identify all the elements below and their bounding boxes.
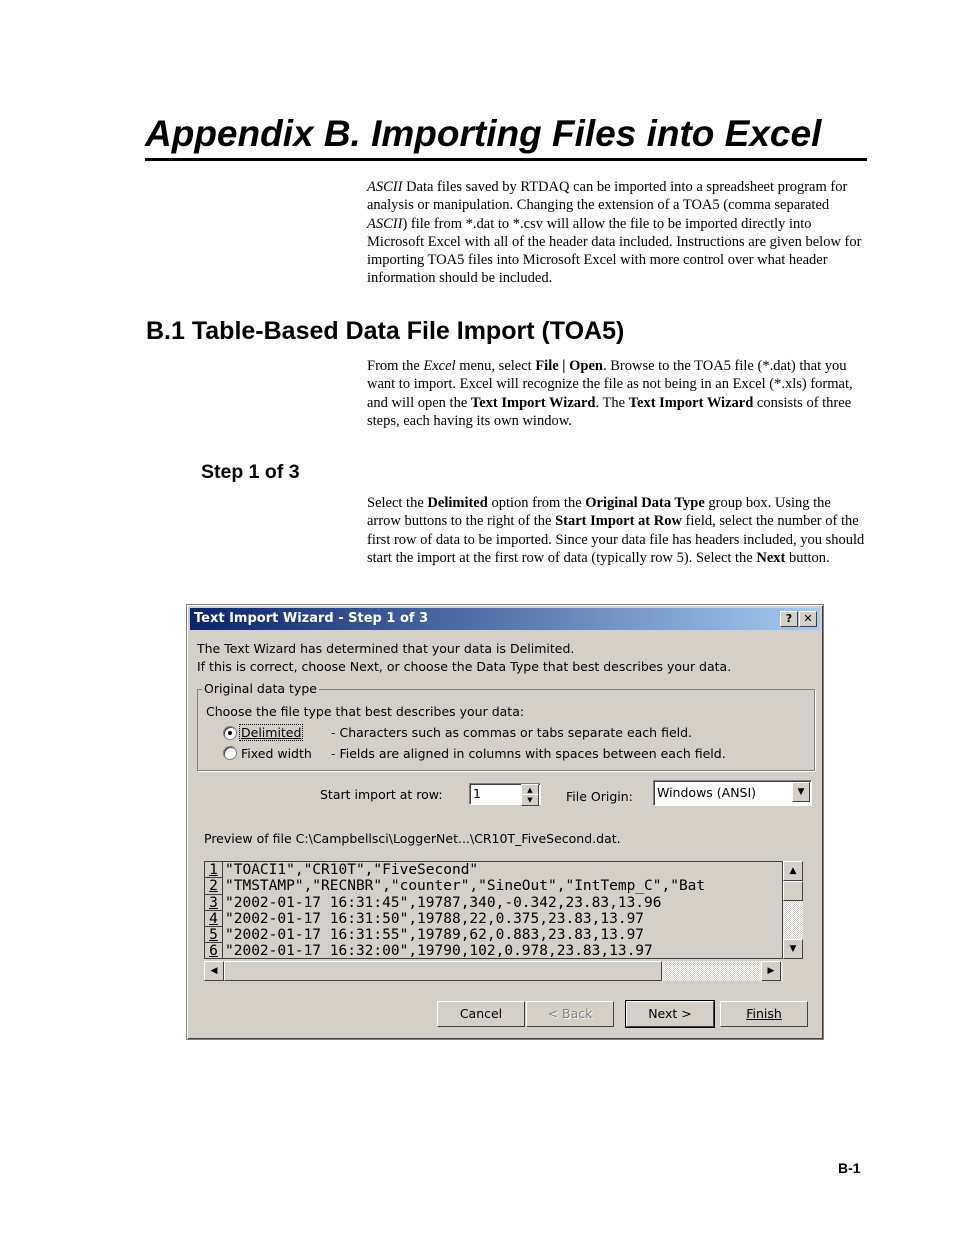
text-run: ) file from *.dat to *.csv will allow th…	[367, 215, 862, 287]
preview-row-number: 2	[205, 878, 223, 895]
preview-row-text: "TMSTAMP","RECNBR","counter","SineOut","…	[225, 878, 706, 895]
close-button[interactable]: ✕	[799, 611, 817, 627]
bold-term: Start Import at Row	[555, 513, 682, 530]
start-import-row-stepper[interactable]: 1 ▲ ▼	[469, 783, 541, 806]
preview-row-number: 4	[205, 910, 223, 928]
delimited-label-text: Delimited	[241, 725, 302, 740]
arrow-up-icon: ▲	[789, 866, 797, 876]
bold-term: Text Import Wizard	[628, 394, 754, 411]
file-origin-label: File Origin:	[566, 789, 633, 804]
text-run: From the	[367, 358, 424, 374]
preview-row-text: "2002-01-17 16:31:55",19789,62,0.883,23.…	[225, 927, 645, 944]
arrow-down-icon: ▼	[789, 944, 797, 954]
step-paragraph: Select the Delimited option from the Ori…	[367, 494, 867, 567]
section-heading: B.1 Table-Based Data File Import (TOA5)	[146, 317, 625, 345]
dialog-title: Text Import Wizard - Step 1 of 3	[194, 611, 429, 626]
intro-paragraph: ASCII Data files saved by RTDAQ can be i…	[367, 178, 867, 288]
preview-row: 1 "TOACI1","CR10T","FiveSecond"	[205, 862, 782, 879]
group-prompt: Choose the file type that best describes…	[206, 704, 525, 719]
finish-button-label: Finish	[746, 1006, 782, 1021]
file-origin-dropdown-button[interactable]: ▼	[792, 782, 810, 802]
bold-term: File | Open	[535, 358, 603, 374]
preview-row: 3 "2002-01-17 16:31:45",19787,340,-0.342,…	[205, 894, 782, 911]
scroll-thumb[interactable]	[783, 881, 803, 901]
chevron-down-icon: ▼	[797, 787, 805, 797]
fixed-width-description: - Fields are aligned in columns with spa…	[331, 746, 726, 761]
preview-row: 2 "TMSTAMP","RECNBR","counter","SineOut",…	[205, 878, 782, 895]
text-import-wizard-dialog: Text Import Wizard - Step 1 of 3 ? ✕ The…	[186, 604, 824, 1040]
preview-row: 5 "2002-01-17 16:31:55",19789,62,0.883,23…	[205, 927, 782, 944]
preview-row: 4 "2002-01-17 16:31:50",19788,22,0.375,23…	[205, 910, 782, 928]
text-run: . The	[595, 394, 629, 411]
wizard-message-line1: The Text Wizard has determined that your…	[197, 641, 575, 656]
close-icon: ✕	[803, 612, 813, 625]
fixed-width-radio[interactable]	[223, 746, 237, 760]
page-title: Appendix B. Importing Files into Excel	[145, 110, 867, 161]
next-button[interactable]: Next >	[625, 1000, 715, 1028]
italic-term: ASCII	[367, 215, 403, 232]
start-import-row-value: 1	[473, 786, 481, 801]
text-run: Select the	[367, 495, 428, 511]
help-icon: ?	[785, 612, 793, 625]
horizontal-scroll-thumb[interactable]	[224, 961, 662, 981]
scroll-up-button[interactable]: ▲	[783, 861, 803, 881]
preview-label: Preview of file C:\Campbellsci\LoggerNet…	[204, 831, 621, 846]
group-label: Original data type	[202, 681, 319, 696]
preview-horizontal-scrollbar[interactable]: ◀ ▶	[204, 961, 783, 981]
text-run: button.	[785, 549, 830, 566]
bold-term: Text Import Wizard	[470, 394, 596, 411]
wizard-message-line2: If this is correct, choose Next, or choo…	[197, 659, 732, 674]
start-import-row-label: Start import at row:	[320, 787, 443, 802]
delimited-description: - Characters such as commas or tabs sepa…	[331, 725, 693, 740]
preview-row-number: 1	[205, 862, 223, 879]
original-data-type-group: Original data type Choose the file type …	[197, 681, 815, 771]
file-preview[interactable]: 1 "TOACI1","CR10T","FiveSecond" 2 "TMSTAMP"…	[204, 861, 783, 959]
text-run: Data files saved by RTDAQ can be importe…	[367, 179, 848, 214]
text-run: menu, select	[455, 358, 536, 374]
preview-vertical-scrollbar[interactable]: ▲ ▼	[783, 861, 803, 959]
fixed-width-label[interactable]: Fixed width	[241, 746, 312, 761]
file-origin-value: Windows (ANSI)	[657, 785, 757, 800]
bold-term: Next	[756, 549, 786, 566]
arrow-up-icon: ▲	[527, 786, 533, 794]
italic-term: Excel	[423, 358, 456, 374]
back-button[interactable]: < Back	[526, 1001, 614, 1027]
preview-row-number: 5	[205, 927, 223, 944]
finish-button[interactable]: Finish	[720, 1001, 808, 1027]
bold-term: Original Data Type	[585, 495, 705, 511]
spin-down-button[interactable]: ▼	[521, 794, 539, 806]
file-origin-select[interactable]: Windows (ANSI) ▼	[653, 780, 812, 806]
preview-row-number: 6	[205, 943, 223, 958]
dialog-titlebar: Text Import Wizard - Step 1 of 3 ? ✕	[190, 608, 820, 630]
step-heading: Step 1 of 3	[201, 461, 300, 483]
cancel-button[interactable]: Cancel	[437, 1001, 525, 1027]
scroll-left-button[interactable]: ◀	[204, 961, 224, 981]
page-number: B-1	[838, 1160, 861, 1176]
preview-row-number: 3	[205, 894, 223, 911]
arrow-right-icon: ▶	[767, 966, 775, 976]
section-paragraph: From the Excel menu, select File | Open.…	[367, 357, 867, 430]
italic-term: ASCII	[367, 179, 403, 195]
preview-row-text: "2002-01-17 16:32:00",19790,102,0.978,23…	[225, 943, 653, 959]
text-run: option from the	[487, 495, 586, 511]
delimited-label[interactable]: Delimited	[238, 724, 304, 741]
scroll-down-button[interactable]: ▼	[783, 939, 803, 959]
preview-row: 6 "2002-01-17 16:32:00",19790,102,0.978,2…	[205, 943, 782, 959]
bold-term: Delimited	[427, 495, 488, 511]
help-button[interactable]: ?	[780, 611, 798, 627]
delimited-radio[interactable]	[223, 726, 237, 740]
arrow-left-icon: ◀	[210, 966, 218, 976]
scroll-right-button[interactable]: ▶	[761, 961, 781, 981]
preview-row-text: "TOACI1","CR10T","FiveSecond"	[225, 862, 479, 878]
preview-row-text: "2002-01-17 16:31:50",19788,22,0.375,23.…	[225, 910, 645, 927]
arrow-down-icon: ▼	[527, 796, 533, 804]
preview-row-text: "2002-01-17 16:31:45",19787,340,-0.342,2…	[225, 894, 662, 911]
